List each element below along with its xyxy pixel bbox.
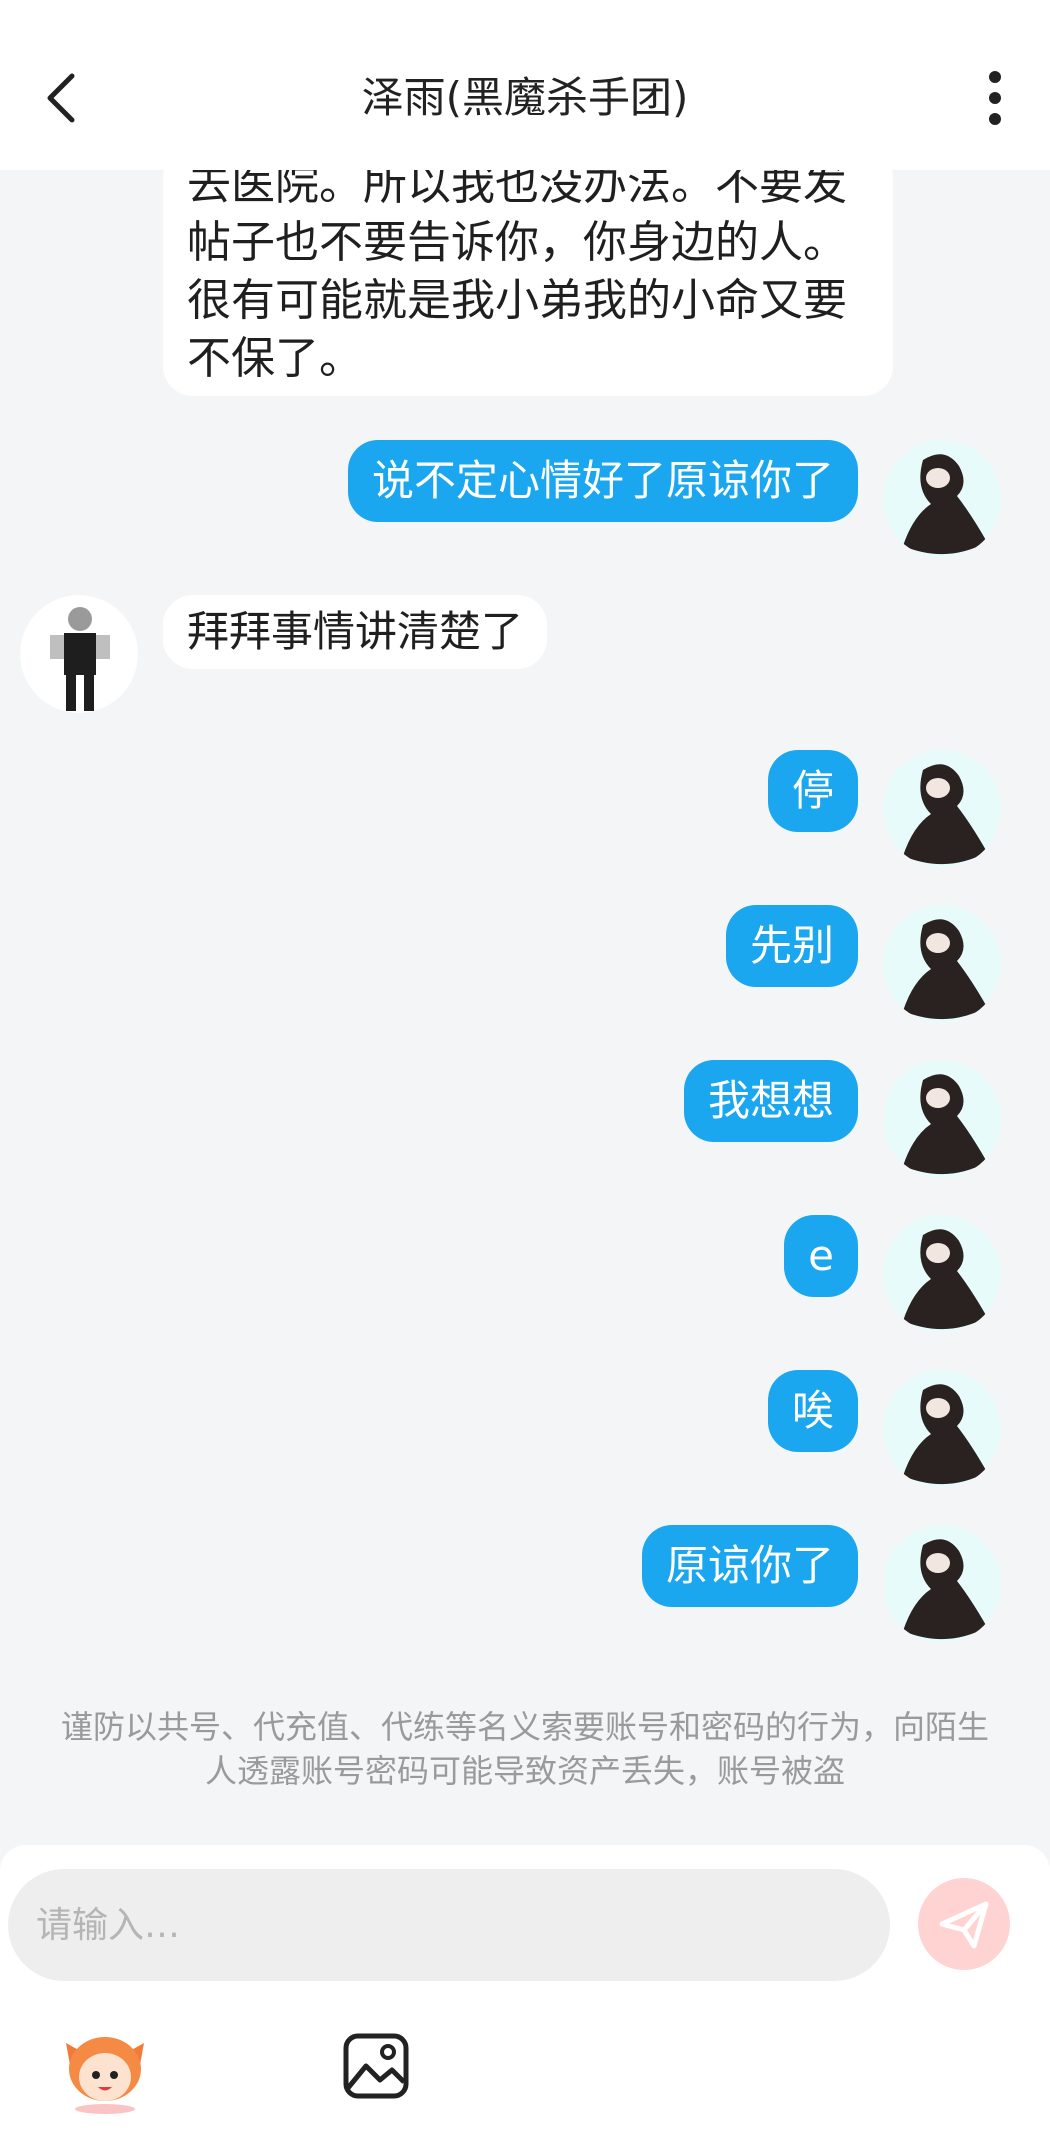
outgoing-message: 停: [767, 750, 858, 832]
message-composer: [0, 1845, 1050, 2155]
mascot-emoji-icon: [66, 2037, 144, 2114]
chat-title: 泽雨(黑魔杀手团): [361, 73, 689, 122]
more-vertical-icon: [989, 71, 1001, 125]
contact-avatar[interactable]: [20, 595, 138, 713]
chat-header: 泽雨(黑魔杀手团): [0, 0, 1050, 170]
my-avatar[interactable]: [883, 1060, 1001, 1178]
outgoing-message: e: [784, 1215, 858, 1297]
emoji-button[interactable]: [60, 2025, 150, 2115]
outgoing-message: 原谅你了: [641, 1525, 858, 1607]
outgoing-message: 我想想: [683, 1060, 858, 1142]
image-icon: [343, 2033, 409, 2099]
my-avatar[interactable]: [883, 1525, 1001, 1643]
outgoing-message: 先别: [725, 905, 858, 987]
my-avatar[interactable]: [883, 750, 1001, 868]
my-avatar[interactable]: [883, 440, 1001, 558]
back-button[interactable]: [40, 70, 90, 125]
more-button[interactable]: [970, 68, 1020, 128]
safety-notice: 谨防以共号、代充值、代练等名义索要账号和密码的行为，向陌生人透露账号密码可能导致…: [60, 1708, 989, 1790]
incoming-message: 去医院。所以我也没办法。不要发帖子也不要告诉你，你身边的人。很有可能就是我小弟我…: [163, 170, 893, 396]
chevron-left-icon: [47, 73, 75, 123]
image-button[interactable]: [340, 2030, 412, 2102]
my-avatar[interactable]: [883, 1370, 1001, 1488]
my-avatar[interactable]: [883, 905, 1001, 1023]
paper-plane-icon: [939, 1901, 989, 1949]
message-list[interactable]: 去医院。所以我也没办法。不要发帖子也不要告诉你，你身边的人。很有可能就是我小弟我…: [0, 170, 1050, 1845]
message-input[interactable]: [8, 1869, 890, 1981]
send-button[interactable]: [918, 1878, 1010, 1970]
my-avatar[interactable]: [883, 1215, 1001, 1333]
outgoing-message: 唉: [767, 1370, 858, 1452]
outgoing-message: 说不定心情好了原谅你了: [347, 440, 858, 522]
incoming-message: 拜拜事情讲清楚了: [163, 595, 548, 669]
